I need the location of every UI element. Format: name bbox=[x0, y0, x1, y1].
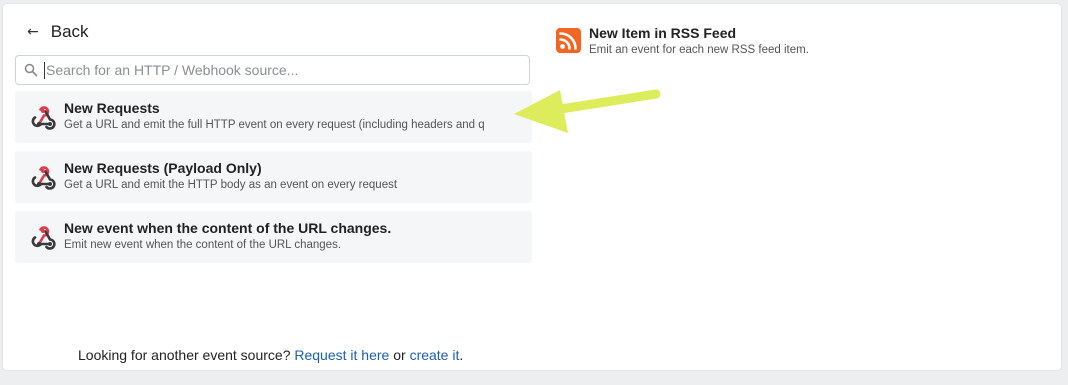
footer-middle: or bbox=[393, 347, 406, 363]
footer-help-text: Looking for another event source? Reques… bbox=[78, 347, 463, 363]
source-description: Get a URL and emit the HTTP body as an e… bbox=[64, 179, 398, 191]
source-description: Emit new event when the content of the U… bbox=[64, 239, 342, 251]
rss-title: New Item in RSS Feed bbox=[589, 25, 737, 41]
search-box[interactable] bbox=[15, 55, 530, 85]
source-title: New event when the content of the URL ch… bbox=[64, 220, 392, 236]
webhook-icon bbox=[31, 166, 56, 190]
request-it-link[interactable]: Request it here bbox=[294, 347, 389, 363]
footer-suffix: . bbox=[459, 347, 464, 363]
webhook-icon bbox=[31, 226, 56, 250]
text-caret bbox=[44, 61, 45, 79]
source-item-url-content-changes[interactable]: New event when the content of the URL ch… bbox=[15, 211, 532, 263]
source-item-new-requests[interactable]: New Requests Get a URL and emit the full… bbox=[15, 91, 532, 143]
search-icon bbox=[24, 63, 38, 77]
rss-description: Emit an event for each new RSS feed item… bbox=[589, 44, 809, 56]
source-title: New Requests bbox=[64, 100, 160, 116]
back-label: Back bbox=[50, 22, 89, 41]
search-input[interactable] bbox=[46, 58, 529, 82]
source-description: Get a URL and emit the full HTTP event o… bbox=[64, 119, 485, 131]
source-item-new-requests-payload-only[interactable]: New Requests (Payload Only) Get a URL an… bbox=[15, 151, 532, 203]
source-picker-panel: ← Back New Requests Get a URL and emit t… bbox=[3, 4, 1061, 370]
arrow-left-icon: ← bbox=[27, 24, 39, 40]
create-it-link[interactable]: create it bbox=[410, 347, 460, 363]
rss-icon bbox=[556, 28, 581, 53]
webhook-icon bbox=[31, 106, 56, 130]
annotation-arrow-icon bbox=[514, 89, 661, 133]
source-title: New Requests (Payload Only) bbox=[64, 160, 262, 176]
back-button[interactable]: ← Back bbox=[27, 20, 89, 44]
footer-prefix: Looking for another event source? bbox=[78, 347, 291, 363]
